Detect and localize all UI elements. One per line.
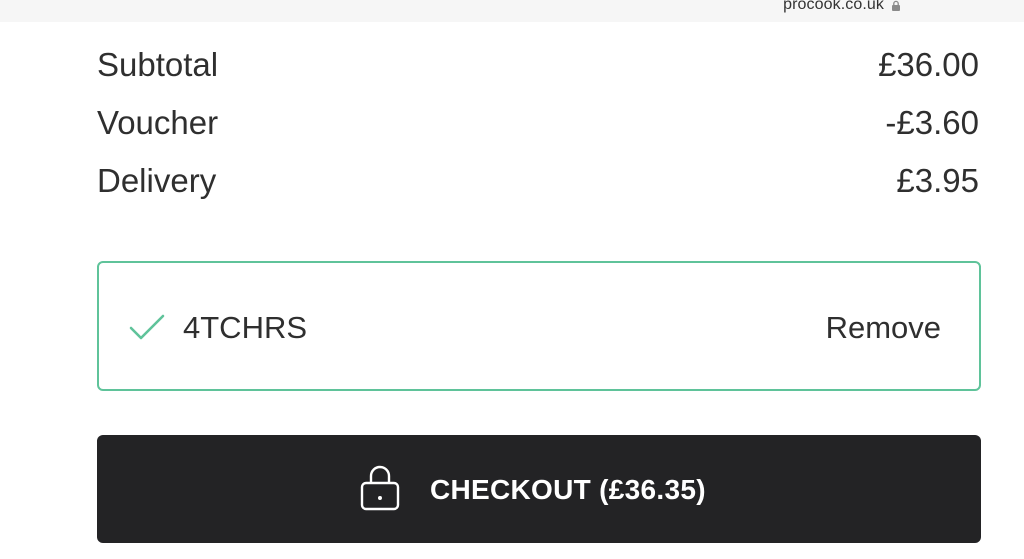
checkout-label: CHECKOUT (£36.35) [430, 474, 706, 505]
remove-voucher-link[interactable]: Remove [826, 310, 941, 346]
delivery-row: Delivery £3.95 [97, 162, 979, 202]
subtotal-value: £36.00 [878, 46, 979, 83]
checkmark-icon [129, 314, 165, 340]
voucher-code: 4TCHRS [183, 310, 308, 345]
checkout-button[interactable]: CHECKOUT (£36.35) [97, 435, 981, 543]
voucher-row: Voucher -£3.60 [97, 104, 979, 144]
url-text: procook.co.uk [783, 0, 884, 13]
subtotal-row: Subtotal £36.00 [97, 46, 979, 86]
delivery-value: £3.95 [896, 162, 979, 199]
applied-voucher-box: 4TCHRS Remove [97, 261, 981, 391]
delivery-label: Delivery [97, 162, 217, 199]
lock-icon [892, 0, 900, 11]
lock-icon [360, 465, 400, 511]
voucher-label: Voucher [97, 104, 219, 141]
voucher-discount-value: -£3.60 [885, 104, 979, 141]
subtotal-label: Subtotal [97, 46, 219, 83]
browser-url-bar[interactable]: procook.co.uk [0, 0, 1024, 22]
